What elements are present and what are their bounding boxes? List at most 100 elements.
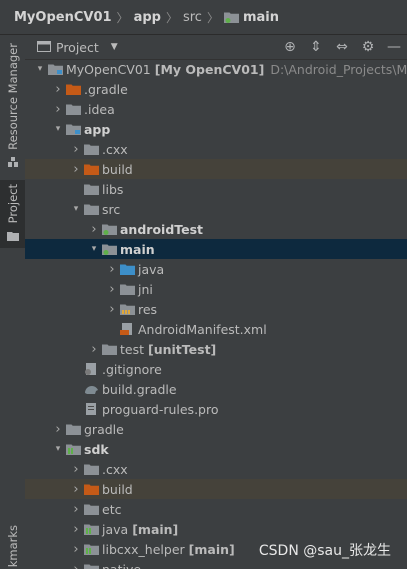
tree-node-tag: [unitTest]	[148, 341, 217, 357]
chevron-right-icon[interactable]: ›	[51, 82, 65, 97]
chevron-right-icon[interactable]: ›	[69, 502, 83, 517]
tree-node-label: res	[138, 301, 158, 317]
chevron-down-icon[interactable]: ▾	[51, 124, 65, 134]
left-tool-strip: Resource Manager Project kmarks	[0, 35, 26, 569]
tree-node[interactable]: › java [main]	[25, 519, 407, 539]
tree-node-label: MyOpenCV01	[66, 61, 151, 77]
tree-node[interactable]: libs	[25, 179, 407, 199]
tree-node[interactable]: › build	[25, 159, 407, 179]
library-folder-icon	[83, 522, 99, 536]
tree-node-label: gradle	[84, 421, 124, 437]
chevron-right-icon[interactable]: ›	[69, 562, 83, 569]
chevron-down-icon[interactable]: ▾	[87, 244, 101, 254]
expand-all-icon[interactable]: ⇕	[303, 39, 329, 55]
tree-node[interactable]: › test [unitTest]	[25, 339, 407, 359]
chevron-down-icon[interactable]: ▾	[51, 444, 65, 454]
tree-node[interactable]: ▾ MyOpenCV01 [My OpenCV01] D:\Android_Proje…	[25, 59, 407, 79]
tree-node[interactable]: ▾ app	[25, 119, 407, 139]
chevron-right-icon[interactable]: ›	[69, 462, 83, 477]
text-file-icon	[83, 402, 99, 416]
tree-node[interactable]: › res	[25, 299, 407, 319]
folder-icon	[65, 422, 81, 436]
tree-node[interactable]: ▾ sdk	[25, 439, 407, 459]
project-view-label: Project	[56, 39, 99, 55]
chevron-right-icon[interactable]: ›	[87, 222, 101, 237]
tree-node[interactable]: › .idea	[25, 99, 407, 119]
tree-node-label: java	[102, 521, 129, 537]
tree-node-tag: [main]	[132, 521, 179, 537]
tree-node[interactable]: › androidTest	[25, 219, 407, 239]
tree-node[interactable]: AndroidManifest.xml	[25, 319, 407, 339]
tree-node-label: AndroidManifest.xml	[138, 321, 267, 337]
hide-icon[interactable]: —	[381, 39, 407, 55]
tree-node[interactable]: › etc	[25, 499, 407, 519]
bookmarks-tab[interactable]: kmarks	[0, 525, 25, 567]
breadcrumb: MyOpenCV01 〉 app 〉 src 〉 main	[0, 0, 407, 35]
resource-manager-tab[interactable]: Resource Manager	[0, 43, 25, 171]
project-tab[interactable]: Project	[0, 180, 25, 249]
breadcrumb-separator: 〉	[206, 10, 219, 25]
chevron-right-icon[interactable]: ›	[69, 522, 83, 537]
project-view-selector[interactable]: Project ▼	[37, 40, 118, 55]
tree-node[interactable]: › jni	[25, 279, 407, 299]
chevron-right-icon[interactable]: ›	[69, 482, 83, 497]
project-toolbar: Project ▼ ⊕ ⇕ ⇔ ⚙ —	[25, 35, 407, 60]
chevron-right-icon[interactable]: ›	[105, 302, 119, 317]
tree-node-label: main	[120, 241, 155, 257]
module-folder-icon	[65, 122, 81, 136]
resource-folder-icon	[119, 302, 135, 316]
chevron-right-icon[interactable]: ›	[69, 542, 83, 557]
chevron-right-icon[interactable]: ›	[69, 142, 83, 157]
tree-node[interactable]: › build	[25, 479, 407, 499]
chevron-right-icon[interactable]: ›	[69, 162, 83, 177]
chevron-right-icon[interactable]: ›	[105, 262, 119, 277]
locate-icon[interactable]: ⊕	[277, 39, 303, 55]
tree-node[interactable]: .gitignore	[25, 359, 407, 379]
breadcrumb-label: src	[182, 9, 202, 25]
gear-icon[interactable]: ⚙	[355, 39, 381, 55]
resource-manager-icon	[7, 156, 19, 171]
tree-node[interactable]: build.gradle	[25, 379, 407, 399]
breadcrumb-item[interactable]: src	[183, 10, 202, 25]
tree-node-label: .cxx	[102, 461, 128, 477]
tree-node[interactable]: › java	[25, 259, 407, 279]
chevron-down-icon[interactable]: ▾	[69, 204, 83, 214]
chevron-down-icon: ▼	[110, 42, 118, 52]
breadcrumb-item[interactable]: main	[223, 9, 279, 25]
tree-node[interactable]: › native	[25, 559, 407, 569]
folder-orange-icon	[83, 162, 99, 176]
folder-icon	[101, 342, 117, 356]
folder-icon	[119, 282, 135, 296]
tree-node-label: .gradle	[84, 81, 128, 97]
tree-node[interactable]: proguard-rules.pro	[25, 399, 407, 419]
resource-manager-label: Resource Manager	[5, 43, 20, 150]
breadcrumb-item[interactable]: MyOpenCV01	[14, 10, 112, 25]
tree-node-label: .gitignore	[102, 361, 162, 377]
project-view-icon	[37, 40, 51, 55]
tree-node[interactable]: › .cxx	[25, 459, 407, 479]
chevron-right-icon[interactable]: ›	[105, 282, 119, 297]
tree-node[interactable]: ▾ main	[25, 239, 407, 259]
breadcrumb-item[interactable]: app	[134, 10, 161, 25]
tree-node-label: etc	[102, 501, 122, 517]
folder-blue-icon	[119, 262, 135, 276]
breadcrumb-label: main	[242, 9, 279, 25]
chevron-right-icon[interactable]: ›	[51, 422, 65, 437]
collapse-all-icon[interactable]: ⇔	[329, 39, 355, 55]
module-folder-icon	[47, 62, 63, 76]
breadcrumb-label: app	[133, 9, 161, 25]
tree-node[interactable]: › .cxx	[25, 139, 407, 159]
gitignore-file-icon	[83, 362, 99, 376]
tree-node-label: .idea	[84, 101, 115, 117]
chevron-right-icon[interactable]: ›	[87, 342, 101, 357]
chevron-right-icon[interactable]: ›	[51, 102, 65, 117]
breadcrumb-separator: 〉	[165, 10, 178, 25]
project-tool-window: Project ▼ ⊕ ⇕ ⇔ ⚙ — ▾ MyOpenCV01 [My OpenC…	[25, 35, 407, 569]
tree-node[interactable]: › .gradle	[25, 79, 407, 99]
test-folder-icon	[101, 222, 117, 236]
project-tab-label: Project	[5, 184, 20, 224]
tree-node[interactable]: ▾ src	[25, 199, 407, 219]
tree-node[interactable]: › gradle	[25, 419, 407, 439]
tree-node-label: build	[102, 481, 133, 497]
chevron-down-icon[interactable]: ▾	[33, 64, 47, 74]
